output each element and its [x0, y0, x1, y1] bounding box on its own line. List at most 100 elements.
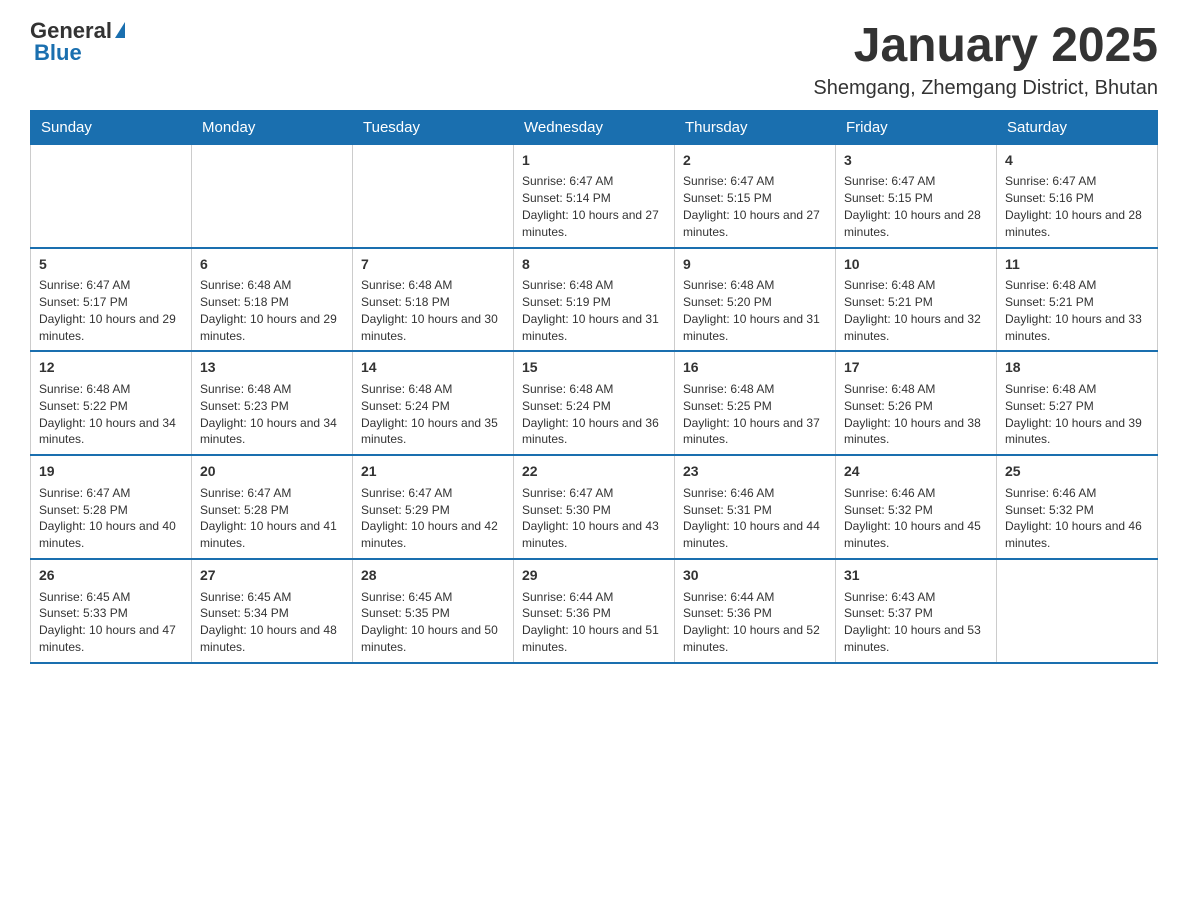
calendar-day-31: 31 Sunrise: 6:43 AM Sunset: 5:37 PM Dayli… [836, 559, 997, 663]
calendar-day-17: 17 Sunrise: 6:48 AM Sunset: 5:26 PM Dayli… [836, 351, 997, 455]
day-number: 18 [1005, 358, 1149, 378]
logo-triangle-icon [115, 22, 125, 38]
day-info: Sunrise: 6:47 AM Sunset: 5:15 PM Dayligh… [683, 173, 827, 240]
calendar-day-20: 20Sunrise: 6:47 AM Sunset: 5:28 PM Dayli… [192, 455, 353, 559]
calendar-day-12: 12 Sunrise: 6:48 AM Sunset: 5:22 PM Dayli… [31, 351, 192, 455]
calendar-week-row: 1Sunrise: 6:47 AM Sunset: 5:14 PM Daylig… [31, 144, 1158, 247]
calendar-week-row: 19 Sunrise: 6:47 AM Sunset: 5:28 PM Dayli… [31, 455, 1158, 559]
day-number: 14 [361, 358, 505, 378]
day-number: 10 [844, 255, 988, 275]
header-sunday: Sunday [31, 110, 192, 144]
day-number: 26 [39, 566, 183, 586]
day-number: 17 [844, 358, 988, 378]
calendar-week-row: 26Sunrise: 6:45 AM Sunset: 5:33 PM Dayli… [31, 559, 1158, 663]
calendar-day-21: 21 Sunrise: 6:47 AM Sunset: 5:29 PM Dayli… [353, 455, 514, 559]
day-number: 8 [522, 255, 666, 275]
day-info: Sunrise: 6:47 AM Sunset: 5:28 PM Dayligh… [39, 485, 183, 552]
day-number: 31 [844, 566, 988, 586]
day-info: Sunrise: 6:48 AM Sunset: 5:24 PM Dayligh… [361, 381, 505, 448]
calendar-day-27: 27Sunrise: 6:45 AM Sunset: 5:34 PM Dayli… [192, 559, 353, 663]
day-number: 12 [39, 358, 183, 378]
header-saturday: Saturday [997, 110, 1158, 144]
day-number: 20 [200, 462, 344, 482]
day-info: Sunrise: 6:46 AM Sunset: 5:32 PM Dayligh… [844, 485, 988, 552]
day-info: Sunrise: 6:48 AM Sunset: 5:26 PM Dayligh… [844, 381, 988, 448]
calendar-empty-cell [31, 144, 192, 247]
day-number: 15 [522, 358, 666, 378]
calendar-day-29: 29 Sunrise: 6:44 AM Sunset: 5:36 PM Dayli… [514, 559, 675, 663]
day-info: Sunrise: 6:48 AM Sunset: 5:21 PM Dayligh… [844, 277, 988, 344]
day-number: 2 [683, 151, 827, 171]
calendar-title: January 2025 [813, 20, 1158, 73]
calendar-day-24: 24 Sunrise: 6:46 AM Sunset: 5:32 PM Dayli… [836, 455, 997, 559]
calendar-day-30: 30Sunrise: 6:44 AM Sunset: 5:36 PM Dayli… [675, 559, 836, 663]
calendar-empty-cell [353, 144, 514, 247]
day-info: Sunrise: 6:48 AM Sunset: 5:20 PM Dayligh… [683, 277, 827, 344]
calendar-day-7: 7Sunrise: 6:48 AM Sunset: 5:18 PM Daylig… [353, 248, 514, 352]
day-info: Sunrise: 6:47 AM Sunset: 5:29 PM Dayligh… [361, 485, 505, 552]
day-number: 22 [522, 462, 666, 482]
header-friday: Friday [836, 110, 997, 144]
calendar-day-4: 4Sunrise: 6:47 AM Sunset: 5:16 PM Daylig… [997, 144, 1158, 247]
day-number: 23 [683, 462, 827, 482]
calendar-day-1: 1Sunrise: 6:47 AM Sunset: 5:14 PM Daylig… [514, 144, 675, 247]
day-info: Sunrise: 6:48 AM Sunset: 5:24 PM Dayligh… [522, 381, 666, 448]
calendar-day-9: 9Sunrise: 6:48 AM Sunset: 5:20 PM Daylig… [675, 248, 836, 352]
day-info: Sunrise: 6:48 AM Sunset: 5:18 PM Dayligh… [200, 277, 344, 344]
day-info: Sunrise: 6:48 AM Sunset: 5:22 PM Dayligh… [39, 381, 183, 448]
calendar-day-13: 13 Sunrise: 6:48 AM Sunset: 5:23 PM Dayli… [192, 351, 353, 455]
calendar-day-19: 19 Sunrise: 6:47 AM Sunset: 5:28 PM Dayli… [31, 455, 192, 559]
calendar-day-14: 14 Sunrise: 6:48 AM Sunset: 5:24 PM Dayli… [353, 351, 514, 455]
day-info: Sunrise: 6:48 AM Sunset: 5:23 PM Dayligh… [200, 381, 344, 448]
day-info: Sunrise: 6:48 AM Sunset: 5:27 PM Dayligh… [1005, 381, 1149, 448]
day-number: 16 [683, 358, 827, 378]
day-number: 30 [683, 566, 827, 586]
day-info: Sunrise: 6:48 AM Sunset: 5:19 PM Dayligh… [522, 277, 666, 344]
calendar-day-16: 16 Sunrise: 6:48 AM Sunset: 5:25 PM Dayli… [675, 351, 836, 455]
day-number: 4 [1005, 151, 1149, 171]
logo-text-general: General [30, 20, 112, 42]
day-number: 11 [1005, 255, 1149, 275]
day-info: Sunrise: 6:43 AM Sunset: 5:37 PM Dayligh… [844, 589, 988, 656]
calendar-day-5: 5Sunrise: 6:47 AM Sunset: 5:17 PM Daylig… [31, 248, 192, 352]
header-monday: Monday [192, 110, 353, 144]
calendar-day-6: 6Sunrise: 6:48 AM Sunset: 5:18 PM Daylig… [192, 248, 353, 352]
day-info: Sunrise: 6:48 AM Sunset: 5:21 PM Dayligh… [1005, 277, 1149, 344]
day-number: 6 [200, 255, 344, 275]
calendar-day-10: 10Sunrise: 6:48 AM Sunset: 5:21 PM Dayli… [836, 248, 997, 352]
day-number: 19 [39, 462, 183, 482]
calendar-day-2: 2Sunrise: 6:47 AM Sunset: 5:15 PM Daylig… [675, 144, 836, 247]
logo: General Blue [30, 20, 125, 64]
calendar-subtitle: Shemgang, Zhemgang District, Bhutan [813, 77, 1158, 100]
calendar-day-23: 23Sunrise: 6:46 AM Sunset: 5:31 PM Dayli… [675, 455, 836, 559]
calendar-day-8: 8Sunrise: 6:48 AM Sunset: 5:19 PM Daylig… [514, 248, 675, 352]
calendar-empty-cell [192, 144, 353, 247]
day-number: 28 [361, 566, 505, 586]
day-info: Sunrise: 6:48 AM Sunset: 5:25 PM Dayligh… [683, 381, 827, 448]
logo-text-blue: Blue [34, 40, 82, 65]
day-info: Sunrise: 6:47 AM Sunset: 5:16 PM Dayligh… [1005, 173, 1149, 240]
day-info: Sunrise: 6:46 AM Sunset: 5:32 PM Dayligh… [1005, 485, 1149, 552]
calendar-day-18: 18 Sunrise: 6:48 AM Sunset: 5:27 PM Dayli… [997, 351, 1158, 455]
header-wednesday: Wednesday [514, 110, 675, 144]
calendar-day-26: 26Sunrise: 6:45 AM Sunset: 5:33 PM Dayli… [31, 559, 192, 663]
day-number: 27 [200, 566, 344, 586]
day-number: 29 [522, 566, 666, 586]
calendar-day-11: 11Sunrise: 6:48 AM Sunset: 5:21 PM Dayli… [997, 248, 1158, 352]
header-tuesday: Tuesday [353, 110, 514, 144]
day-info: Sunrise: 6:44 AM Sunset: 5:36 PM Dayligh… [522, 589, 666, 656]
calendar-day-22: 22Sunrise: 6:47 AM Sunset: 5:30 PM Dayli… [514, 455, 675, 559]
title-block: January 2025 Shemgang, Zhemgang District… [813, 20, 1158, 100]
calendar-empty-cell [997, 559, 1158, 663]
day-number: 24 [844, 462, 988, 482]
day-info: Sunrise: 6:45 AM Sunset: 5:35 PM Dayligh… [361, 589, 505, 656]
calendar-table: SundayMondayTuesdayWednesdayThursdayFrid… [30, 110, 1158, 664]
calendar-header-row: SundayMondayTuesdayWednesdayThursdayFrid… [31, 110, 1158, 144]
calendar-day-28: 28 Sunrise: 6:45 AM Sunset: 5:35 PM Dayli… [353, 559, 514, 663]
day-number: 3 [844, 151, 988, 171]
day-info: Sunrise: 6:48 AM Sunset: 5:18 PM Dayligh… [361, 277, 505, 344]
calendar-day-25: 25Sunrise: 6:46 AM Sunset: 5:32 PM Dayli… [997, 455, 1158, 559]
day-number: 21 [361, 462, 505, 482]
calendar-day-3: 3Sunrise: 6:47 AM Sunset: 5:15 PM Daylig… [836, 144, 997, 247]
day-number: 13 [200, 358, 344, 378]
